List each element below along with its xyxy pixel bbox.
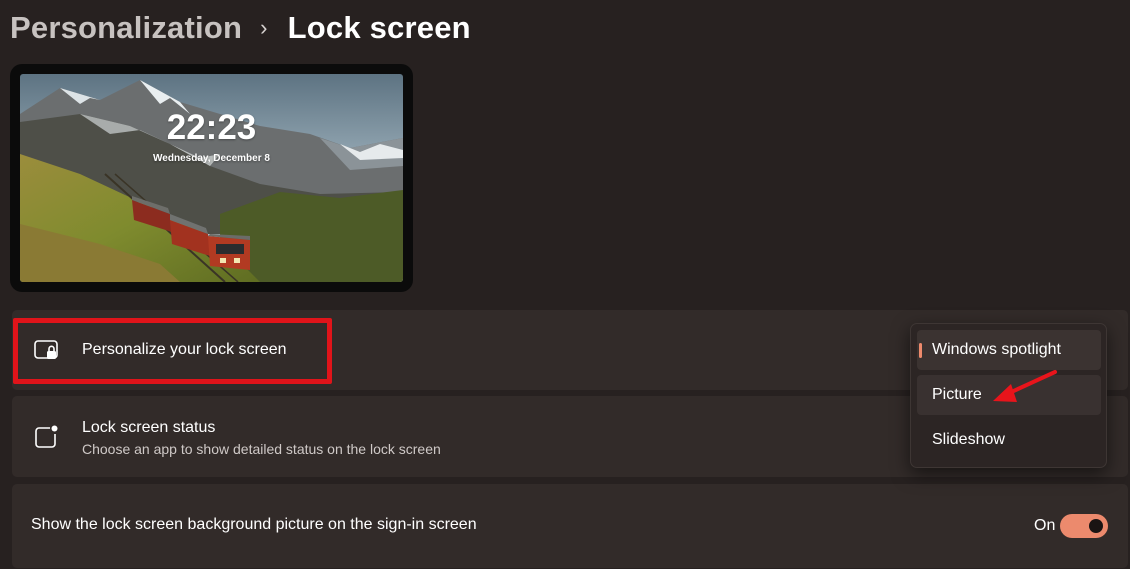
breadcrumb-personalization[interactable]: Personalization (10, 10, 242, 46)
preview-image: 22:23 Wednesday, December 8 (20, 74, 403, 282)
highlight-annotation (13, 318, 332, 384)
dropdown-option-label: Windows spotlight (932, 341, 1061, 358)
page-title: Lock screen (287, 10, 471, 45)
dropdown-option-slideshow[interactable]: Slideshow (917, 420, 1101, 460)
lock-screen-status-description: Choose an app to show detailed status on… (82, 441, 441, 457)
dropdown-option-label: Picture (932, 386, 982, 403)
toggle-state-label: On (1034, 517, 1056, 534)
breadcrumb-separator: › (260, 15, 268, 40)
lock-screen-preview: 22:23 Wednesday, December 8 (10, 64, 413, 292)
lock-screen-status-label: Lock screen status (82, 419, 216, 436)
mountain-landscape-image (20, 74, 403, 282)
settings-page: Personalization › Lock screen 22:23 Wedn… (0, 0, 1130, 569)
signin-background-toggle[interactable] (1060, 514, 1108, 538)
selected-indicator (919, 343, 922, 358)
signin-background-setting: Show the lock screen background picture … (12, 484, 1128, 568)
preview-clock: 22:23 (166, 108, 257, 147)
preview-date: Wednesday, December 8 (153, 153, 270, 164)
arrow-annotation-icon (993, 370, 1057, 402)
dropdown-option-label: Slideshow (932, 431, 1005, 448)
toggle-knob (1089, 519, 1103, 533)
app-status-icon (35, 425, 58, 448)
signin-background-label: Show the lock screen background picture … (31, 516, 477, 533)
breadcrumb: Personalization › Lock screen (10, 6, 471, 50)
